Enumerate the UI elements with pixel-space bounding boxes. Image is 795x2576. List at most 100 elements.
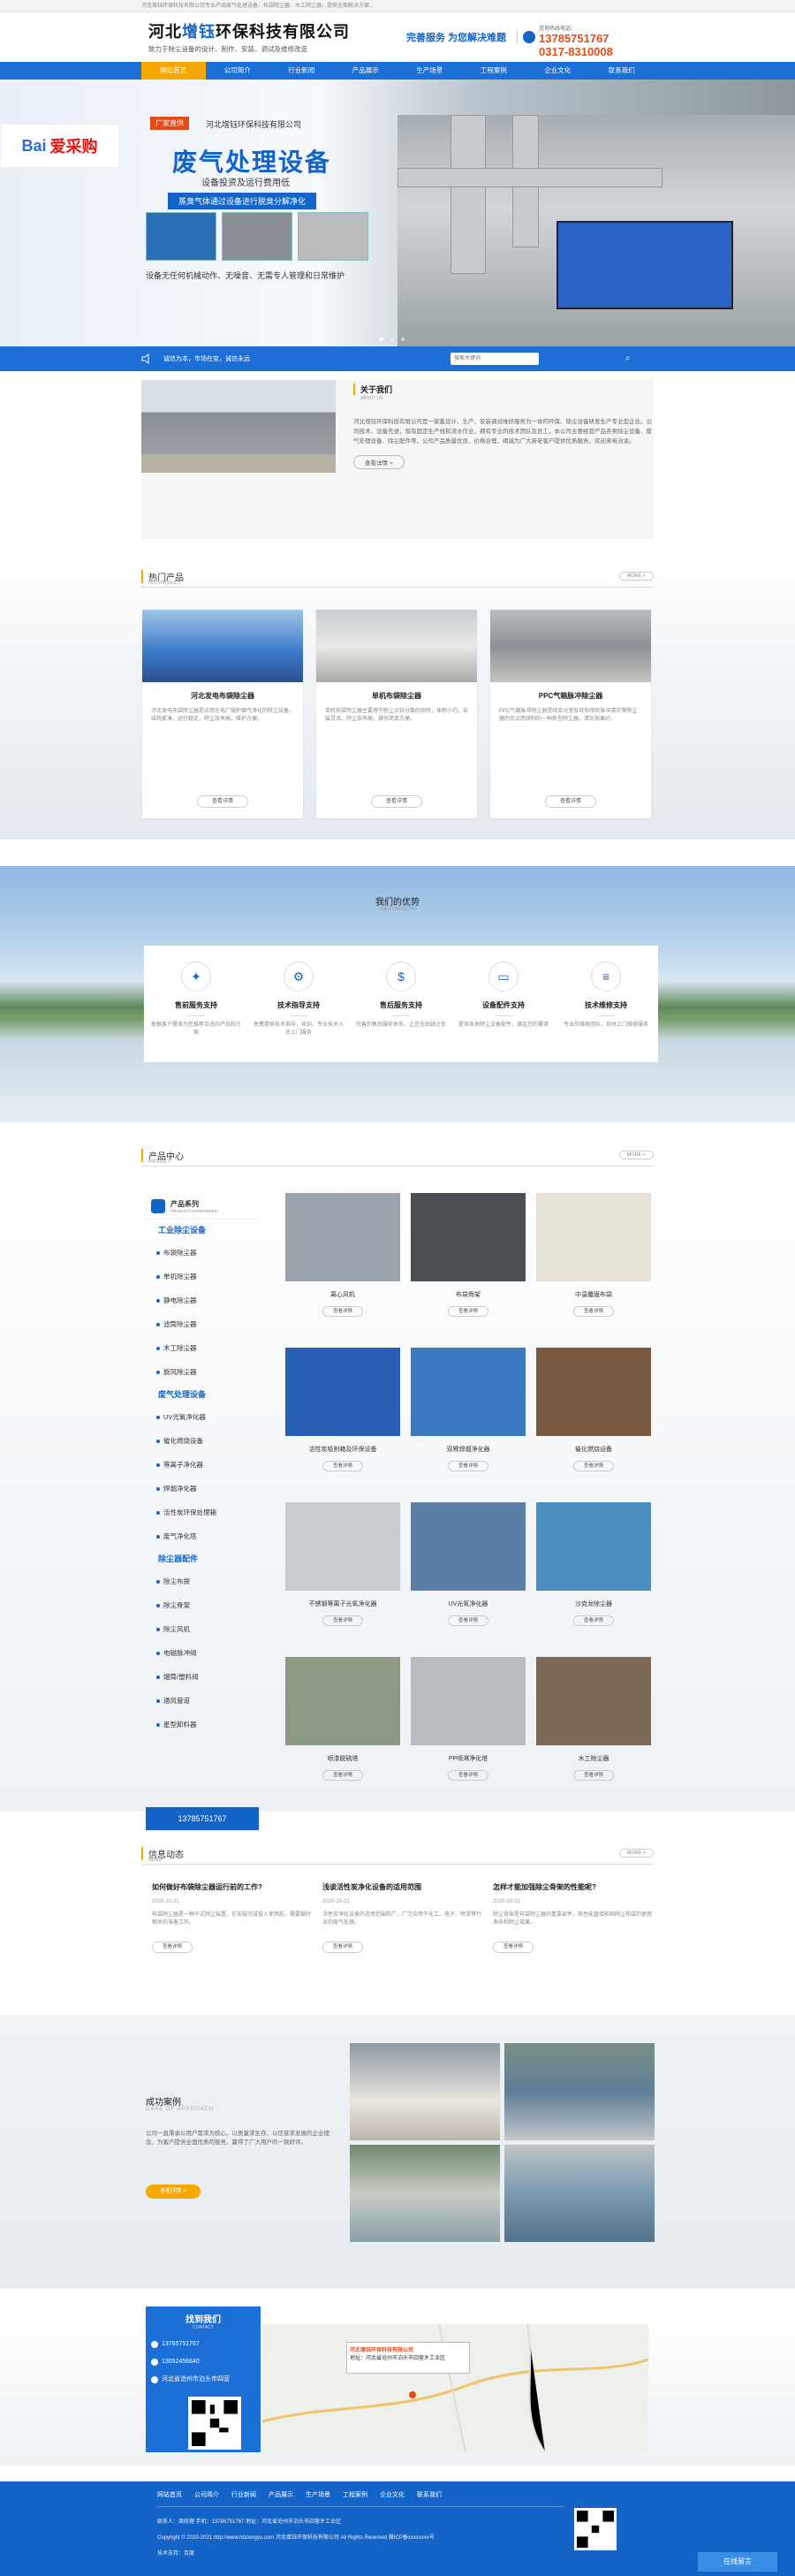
product-name[interactable]: 活性炭吸附箱及环保设备 [285,1445,400,1454]
sidebar-item[interactable]: 催化燃烧设备 [146,1429,259,1453]
product-name[interactable]: 中温覆膜布袋 [536,1290,651,1299]
sidebar-item[interactable]: 星型卸料器 [146,1713,259,1736]
product-image[interactable] [285,1193,400,1281]
sidebar-item[interactable]: 通风管道 [146,1689,259,1713]
product-name[interactable]: 不锈钢等离子光氧净化器 [285,1600,400,1608]
product-item[interactable]: 布袋骨架 查看详情 [411,1193,526,1339]
sidebar-item[interactable]: 木工除尘器 [146,1336,259,1360]
product-detail-button[interactable]: 查看详情 [322,1461,363,1471]
product-detail-button[interactable]: 查看详情 [573,1615,614,1626]
footer-link[interactable]: 工程案例 [343,2490,367,2499]
pc-more-button[interactable]: MORE > [618,1151,654,1159]
sidebar-item[interactable]: 布袋除尘器 [146,1241,259,1265]
cases-more-button[interactable]: 查看详情 > [146,2185,201,2199]
nav-production[interactable]: 生产场景 [398,62,462,80]
product-detail-button[interactable]: 查看详情 [448,1306,488,1317]
hero-banner[interactable]: Bai 爱采购 厂家直供 河北增钰环保科技有限公司 废气处理设备 设备投资及运行费… [0,80,795,346]
sidebar-category[interactable]: 工业除尘设备 [146,1220,259,1241]
product-name[interactable]: PP喷淋净化塔 [411,1754,526,1763]
product-name[interactable]: UV光氧净化器 [411,1600,526,1608]
product-detail-button[interactable]: 查看详情 [448,1615,488,1626]
product-item[interactable]: 催化燃烧设备 查看详情 [536,1348,651,1493]
product-name[interactable]: 离心风机 [285,1290,400,1299]
sidebar-item[interactable]: 废气净化塔 [146,1524,259,1548]
sidebar-item[interactable]: 烟筒/塑料阀 [146,1665,259,1689]
footer-link[interactable]: 企业文化 [380,2490,405,2499]
nav-products[interactable]: 产品展示 [334,62,398,80]
about-more-button[interactable]: 查看详情 > [353,455,405,469]
hot-detail-button[interactable]: 查看详情 [545,795,596,808]
sidebar-item[interactable]: 除尘布袋 [146,1569,259,1593]
sidebar-item[interactable]: UV光氧净化器 [146,1405,259,1429]
hot-more-button[interactable]: MORE > [618,572,654,581]
product-item[interactable]: 双臂焊烟净化器 查看详情 [411,1348,526,1493]
product-image[interactable] [285,1502,400,1591]
product-item[interactable]: 活性炭吸附箱及环保设备 查看详情 [285,1348,400,1493]
sidebar-category[interactable]: 废气处理设备 [146,1384,259,1405]
hot-product-card[interactable]: 河北发电布袋除尘器 河北发电布袋除尘器是应用在电厂锅炉烟气净化的除尘设备，结构紧… [142,610,303,818]
product-detail-button[interactable]: 查看详情 [448,1461,488,1471]
product-image[interactable] [536,1502,651,1591]
nav-culture[interactable]: 企业文化 [526,62,590,80]
product-image[interactable] [411,1348,526,1436]
hot-product-card[interactable]: 单机布袋除尘器 单机布袋除尘器主要用于粉尘点较分散的场所，体积小巧，安装灵活，除… [316,610,477,818]
sidebar-item[interactable]: 除尘风机 [146,1617,259,1641]
product-item[interactable]: 木工除尘器 查看详情 [536,1657,651,1803]
news-more-button[interactable]: MORE > [618,1849,654,1858]
product-detail-button[interactable]: 查看详情 [322,1770,363,1781]
search-icon[interactable]: ⌕ [625,353,631,363]
case-image[interactable] [504,2145,655,2242]
banner-dots[interactable] [380,338,405,341]
news-card[interactable]: 如何做好布袋除尘器运行前的工作? 2020-10-21 布袋除尘器是一种干式除尘装置… [152,1882,313,1997]
news-detail-button[interactable]: 查看详情 [322,1941,363,1953]
product-item[interactable]: 喷漆脱硫塔 查看详情 [285,1657,400,1803]
sidebar-item[interactable]: 单机除尘器 [146,1265,259,1288]
product-image[interactable] [411,1657,526,1745]
sidebar-item[interactable]: 静电除尘器 [146,1288,259,1312]
sidebar-item[interactable]: 滤筒除尘器 [146,1312,259,1336]
online-message-button[interactable]: 在线留言 [698,2552,777,2572]
product-item[interactable]: PP喷淋净化塔 查看详情 [411,1657,526,1803]
product-image[interactable] [536,1193,651,1281]
product-image[interactable] [411,1193,526,1281]
sidebar-item[interactable]: 除尘骨架 [146,1593,259,1617]
case-image[interactable] [350,2145,500,2242]
product-name[interactable]: 布袋骨架 [411,1290,526,1299]
hot-detail-button[interactable]: 查看详情 [371,795,422,808]
product-image[interactable] [536,1348,651,1436]
baidu-aicaigou-logo[interactable]: Bai 爱采购 [0,124,119,168]
product-detail-button[interactable]: 查看详情 [322,1306,363,1317]
nav-home[interactable]: 网站首页 [141,62,206,80]
sidebar-item[interactable]: 旋风除尘器 [146,1360,259,1384]
nav-news[interactable]: 行业新闻 [269,62,334,80]
search-input[interactable] [450,353,539,365]
product-name[interactable]: 催化燃烧设备 [536,1445,651,1454]
news-card[interactable]: 浅谈活性炭净化设备的适用范围 2020-10-21 活性炭净化设备的适用范围较广，广… [322,1882,483,1997]
product-name[interactable]: 双臂焊烟净化器 [411,1445,526,1454]
company-logo-text[interactable]: 河北增钰环保科技有限公司 [148,19,350,42]
product-item[interactable]: 中温覆膜布袋 查看详情 [536,1193,651,1339]
contact-tel[interactable]: 13785751767 [151,2336,261,2353]
product-image[interactable] [285,1657,400,1745]
footer-link[interactable]: 行业新闻 [231,2490,256,2499]
sidebar-item[interactable]: 活性炭环保处理箱 [146,1501,259,1524]
sidebar-item[interactable]: 焊烟净化器 [146,1477,259,1501]
contact-phone[interactable]: 13052456840 [151,2353,261,2371]
product-image[interactable] [536,1657,651,1745]
product-name[interactable]: 木工除尘器 [536,1754,651,1763]
nav-contact[interactable]: 联系我们 [590,62,655,80]
product-item[interactable]: 离心风机 查看详情 [285,1193,400,1339]
case-image[interactable] [504,2043,655,2140]
sidebar-category[interactable]: 除尘器配件 [146,1548,259,1569]
location-map[interactable]: 河北增钰环保科技有限公司 地址：河北省沧州市泊头市四营乡工业区 [262,2324,648,2452]
footer-link[interactable]: 联系我们 [417,2490,442,2499]
product-image[interactable] [411,1502,526,1591]
product-detail-button[interactable]: 查看详情 [573,1461,614,1471]
product-detail-button[interactable]: 查看详情 [573,1306,614,1317]
product-detail-button[interactable]: 查看详情 [573,1770,614,1781]
product-detail-button[interactable]: 查看详情 [448,1770,488,1781]
hot-detail-button[interactable]: 查看详情 [197,795,248,808]
product-name[interactable]: 沙克龙除尘器 [536,1600,651,1608]
product-item[interactable]: UV光氧净化器 查看详情 [411,1502,526,1648]
footer-link[interactable]: 产品展示 [269,2490,293,2499]
